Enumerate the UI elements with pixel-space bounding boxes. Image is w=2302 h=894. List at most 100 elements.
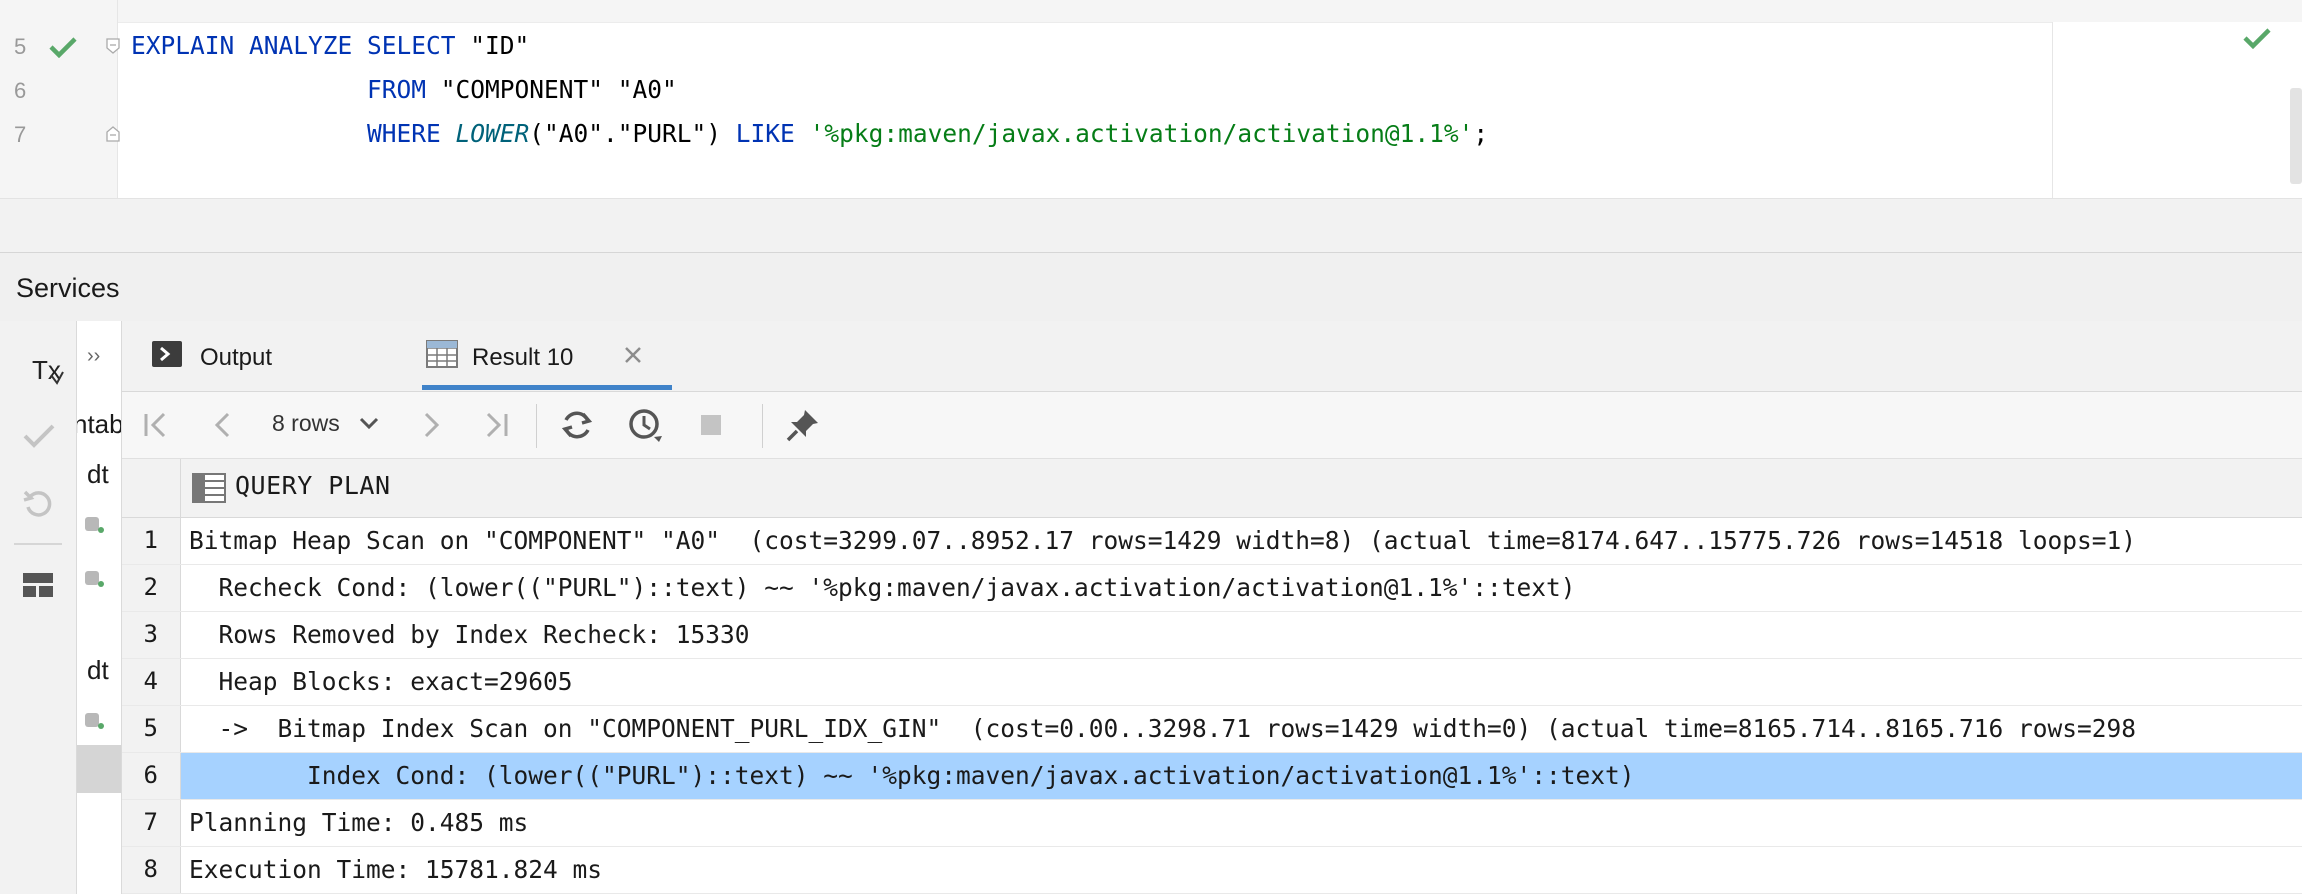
line-number: 7	[14, 122, 27, 147]
query-plan-cell[interactable]: -> Bitmap Index Scan on "COMPONENT_PURL_…	[189, 706, 2137, 752]
table-row[interactable]: 4 Heap Blocks: exact=29605	[122, 659, 2302, 706]
last-page-icon[interactable]	[478, 406, 516, 444]
row-number[interactable]: 1	[122, 518, 181, 564]
query-plan-cell[interactable]: Heap Blocks: exact=29605	[189, 659, 573, 705]
layout-button[interactable]	[12, 559, 64, 611]
first-page-icon[interactable]	[136, 406, 174, 444]
services-title: Services	[16, 273, 120, 303]
gutter-line: 7	[0, 112, 120, 156]
code-token: "ID"	[470, 31, 530, 60]
console-icon	[152, 341, 182, 367]
rollback-icon	[23, 490, 52, 517]
toolbar-separator	[762, 404, 763, 448]
query-plan-cell[interactable]: Recheck Cond: (lower(("PURL")::text) ~~ …	[189, 565, 1576, 611]
rows-per-page-select[interactable]: 8 rows	[272, 410, 340, 437]
close-icon[interactable]	[622, 344, 644, 366]
layout-icon	[23, 573, 53, 597]
code-token: EXPLAIN ANALYZE SELECT	[131, 31, 471, 60]
code-token: "COMPONENT" "A0"	[440, 75, 677, 104]
row-number[interactable]: 2	[122, 565, 181, 611]
session-icon	[85, 571, 104, 587]
history-icon[interactable]	[626, 406, 664, 444]
services-left-toolbar: Tx	[0, 321, 77, 894]
tree-item-label[interactable]: ntab	[77, 409, 121, 440]
transaction-mode-button[interactable]: Tx	[12, 343, 64, 395]
toolbar-separator	[14, 543, 62, 545]
code-token: ;	[1473, 119, 1489, 148]
tab-result-10[interactable]: Result 10	[422, 321, 672, 391]
column-header-query-plan[interactable]: QUERY PLAN	[235, 471, 391, 500]
active-tab-indicator	[422, 385, 672, 390]
table-row[interactable]: 2 Recheck Cond: (lower(("PURL")::text) ~…	[122, 565, 2302, 612]
tree-selected-item[interactable]	[77, 745, 121, 793]
table-row[interactable]: 1 Bitmap Heap Scan on "COMPONENT" "A0" (c…	[122, 518, 2302, 565]
next-page-icon[interactable]	[412, 406, 450, 444]
refresh-icon[interactable]	[558, 406, 596, 444]
row-number-label: 2	[143, 573, 158, 601]
row-number[interactable]: 7	[122, 800, 181, 846]
code-token: ("A0"."PURL")	[529, 119, 736, 148]
row-number-label: 3	[143, 620, 158, 648]
row-number[interactable]: 8	[122, 847, 181, 893]
fold-icon[interactable]	[106, 38, 120, 54]
services-tree[interactable]: ›› ntab dt dt	[77, 321, 122, 894]
query-plan-cell[interactable]: Rows Removed by Index Recheck: 15330	[189, 612, 750, 658]
commit-button[interactable]	[12, 409, 64, 461]
inspection-ok-icon[interactable]	[2242, 26, 2272, 55]
code-line[interactable]: WHERE LOWER("A0"."PURL") LIKE '%pkg:mave…	[131, 112, 1488, 156]
editor-fold-strip	[0, 0, 2302, 23]
table-row[interactable]: 5 -> Bitmap Index Scan on "COMPONENT_PUR…	[122, 706, 2302, 753]
tab-output[interactable]: Output	[152, 321, 292, 391]
tab-output-label: Output	[200, 344, 273, 371]
query-plan-cell[interactable]: Planning Time: 0.485 ms	[189, 800, 528, 846]
code-line[interactable]: EXPLAIN ANALYZE SELECT "ID"	[131, 24, 529, 68]
table-row[interactable]: 7 Planning Time: 0.485 ms	[122, 800, 2302, 847]
row-number-header	[122, 459, 181, 517]
line-number: 6	[14, 78, 27, 103]
result-toolbar: 8 rows	[122, 392, 2302, 459]
row-number-label: 8	[143, 855, 158, 883]
gutter-line: 5	[0, 24, 120, 68]
session-icon	[85, 517, 104, 533]
tree-item-label[interactable]: dt	[87, 655, 109, 686]
code-token: WHERE	[131, 119, 456, 148]
query-plan-cell[interactable]: Execution Time: 15781.824 ms	[189, 847, 602, 893]
query-plan-cell[interactable]: Bitmap Heap Scan on "COMPONENT" "A0" (co…	[189, 518, 2136, 564]
toolbar-separator	[536, 404, 537, 448]
row-number[interactable]: 4	[122, 659, 181, 705]
chevron-down-icon[interactable]	[356, 410, 382, 436]
gutter-line: 6	[0, 68, 117, 112]
row-number-label: 1	[143, 526, 158, 554]
table-row[interactable]: 3 Rows Removed by Index Recheck: 15330	[122, 612, 2302, 659]
table-row[interactable]: 8 Execution Time: 15781.824 ms	[122, 847, 2302, 894]
column-icon	[192, 473, 226, 503]
editor-bottom-area	[0, 198, 2302, 253]
code-token: LOWER	[455, 119, 530, 148]
code-token: '%pkg:maven/javax.activation/activation@…	[809, 119, 1474, 148]
table-row[interactable]: 6 Index Cond: (lower(("PURL")::text) ~~ …	[122, 753, 2302, 800]
fold-end-icon[interactable]	[106, 126, 120, 142]
query-plan-grid[interactable]: QUERY PLAN 1 Bitmap Heap Scan on "COMPONE…	[122, 459, 2302, 894]
pin-icon[interactable]	[784, 406, 822, 444]
row-number-label: 5	[143, 714, 158, 742]
stop-icon[interactable]	[692, 406, 730, 444]
expand-all-button[interactable]: ››	[87, 345, 100, 368]
editor-scrollbar[interactable]	[2290, 88, 2302, 184]
code-token: LIKE	[735, 119, 810, 148]
row-number[interactable]: 5	[122, 706, 181, 752]
row-number[interactable]: 3	[122, 612, 181, 658]
services-panel-header: Services	[0, 252, 2302, 322]
tree-item-label[interactable]: dt	[87, 459, 109, 490]
sql-editor[interactable]: 5 6 7 EXPLAIN ANALYZE SELECT "ID" FROM "…	[0, 0, 2302, 198]
grid-header: QUERY PLAN	[122, 459, 2302, 518]
tab-result-label: Result 10	[472, 344, 574, 371]
previous-page-icon[interactable]	[204, 406, 242, 444]
query-plan-cell[interactable]: Index Cond: (lower(("PURL")::text) ~~ '%…	[189, 753, 1635, 799]
code-line[interactable]: FROM "COMPONENT" "A0"	[131, 68, 677, 112]
rollback-button[interactable]	[12, 477, 64, 529]
row-number-label: 7	[143, 808, 158, 836]
result-tabs: Output Result 10	[122, 321, 2302, 392]
row-number-label: 6	[143, 761, 158, 789]
line-number: 5	[14, 34, 27, 59]
row-number[interactable]: 6	[122, 753, 181, 799]
